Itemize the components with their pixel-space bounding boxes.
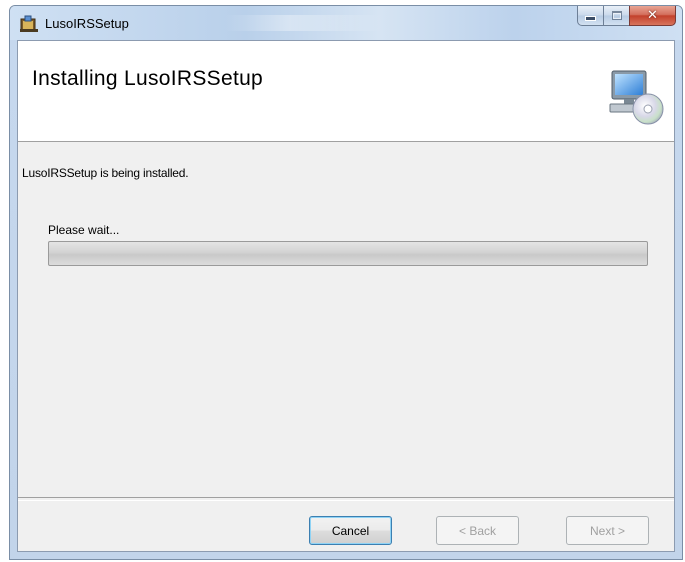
header-banner: Installing LusoIRSSetup xyxy=(18,41,674,142)
dialog-client-area: Installing LusoIRSSetup LusoIRSSetup is … xyxy=(17,40,675,552)
window-title: LusoIRSSetup xyxy=(45,16,129,31)
install-progress-bar xyxy=(48,241,648,266)
cancel-button[interactable]: Cancel xyxy=(309,516,392,545)
install-status-text: LusoIRSSetup is being installed. xyxy=(22,166,189,180)
maximize-icon xyxy=(611,11,622,20)
title-bar[interactable]: LusoIRSSetup ✕ xyxy=(10,6,682,40)
installer-window: LusoIRSSetup ✕ Installing LusoIRSSetup L… xyxy=(9,5,683,560)
footer-divider xyxy=(18,497,674,501)
close-button[interactable]: ✕ xyxy=(629,6,676,26)
next-button[interactable]: Next > xyxy=(566,516,649,545)
please-wait-label: Please wait... xyxy=(48,223,120,237)
page-title: Installing LusoIRSSetup xyxy=(32,67,264,90)
installer-app-icon xyxy=(19,15,39,33)
minimize-button[interactable] xyxy=(577,6,604,26)
close-icon: ✕ xyxy=(647,8,658,23)
computer-cd-icon xyxy=(606,67,666,127)
maximize-button[interactable] xyxy=(603,6,630,26)
minimize-icon xyxy=(585,16,596,21)
background-window-ghost xyxy=(225,15,385,31)
back-button[interactable]: < Back xyxy=(436,516,519,545)
caption-buttons: ✕ xyxy=(577,6,676,27)
